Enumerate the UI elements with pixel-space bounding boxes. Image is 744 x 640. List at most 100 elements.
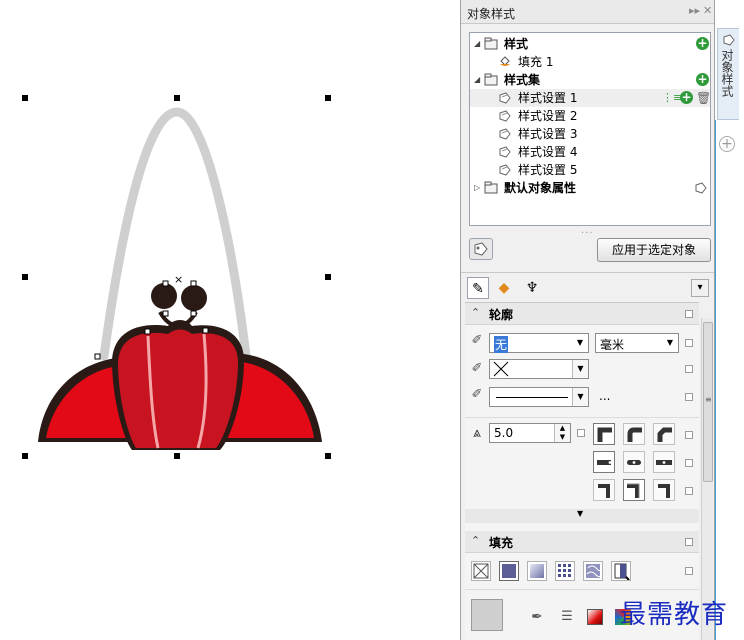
bag-drawing[interactable]: × [0,0,460,640]
close-icon[interactable]: ✕ [703,4,712,17]
position-outside-button[interactable] [593,479,615,501]
tree-item-label: 填充 1 [518,55,554,69]
tree-item[interactable]: 填充 1 [470,53,710,71]
cap-square-button[interactable] [653,451,675,473]
object-styles-docker: 对象样式 ▸▸ ✕ ◢ 样式 + 填充 1 ◢ 样式集 + 样式设置 1 ⋮≡ + 🗑 样式设置 2样… [460,0,715,640]
position-inside-button[interactable] [653,479,675,501]
no-fill-button[interactable] [471,561,491,581]
pen-nib-icon: ✎ [472,281,484,297]
bag-handle [99,107,251,361]
wine-glass-icon: ♆ [525,280,539,296]
outline-color-checkbox[interactable] [685,365,693,373]
style-tag-icon [499,110,511,122]
corner-round-button[interactable] [623,423,645,445]
style-tag-icon [499,92,511,104]
folder-icon [484,73,498,86]
fill-bucket-icon [500,56,510,66]
tree-item[interactable]: ▷ 默认对象属性 [470,179,710,197]
outline-section-title: 轮廓 [489,308,514,322]
default-props-tag-icon[interactable] [694,181,708,194]
drawing-canvas[interactable]: × [0,0,460,640]
postscript-fill-button[interactable] [611,561,631,581]
scrollbar-thumb[interactable]: ≡ [703,322,713,482]
corner-checkbox[interactable] [685,431,693,439]
tab-transparency[interactable]: ♆ [521,277,543,299]
tab-outline[interactable]: ✎ [467,277,489,299]
docker-tab-strip: 对象样式 + [714,0,744,640]
line-style-combo[interactable]: ▼ [489,387,589,407]
miter-limit-icon: ⩓ [473,425,481,441]
fountain-fill-button[interactable] [527,561,547,581]
add-style-icon[interactable]: + [696,37,709,50]
docker-options-button[interactable]: ▾ [691,279,709,297]
tree-item-label: 样式设置 3 [518,127,578,141]
styles-tree[interactable]: ◢ 样式 + 填充 1 ◢ 样式集 + 样式设置 1 ⋮≡ + 🗑 样式设置 2 样式设置 3 样式设置 … [469,32,711,226]
outline-expand-bar[interactable]: ▼ [465,509,699,523]
add-docker-icon[interactable]: + [719,136,735,152]
outline-color-picker[interactable]: ▼ [489,359,589,379]
paint-bucket-icon: ◆ [498,280,510,296]
color-sliders-icon[interactable]: ☰ [559,609,575,625]
collapse-arrow-icon[interactable]: ◢ [474,71,480,89]
no-color-x-icon [493,361,509,377]
corner-miter-button[interactable] [593,423,615,445]
color-viewer-icon[interactable] [587,609,603,625]
miter-limit-spinner[interactable]: 5.0 ▲ ▼ [489,423,571,443]
fill-color-swatch[interactable] [471,599,503,631]
tab-fill[interactable]: ◆ [493,277,515,299]
spin-arrows-icon: ▲ ▼ [554,424,570,442]
expand-icon[interactable]: ▸▸ [689,4,700,17]
add-style-icon[interactable]: + [696,73,709,86]
apply-to-selected-button[interactable]: 应用于选定对象 [597,238,711,262]
tree-item-label: 样式设置 1 [518,91,578,105]
tree-item[interactable]: 样式设置 2 [470,107,710,125]
folder-icon [484,181,498,194]
style-tag-icon [499,128,511,140]
no-fill-icon [473,563,489,579]
tree-item[interactable]: 样式设置 4 [470,143,710,161]
position-center-button[interactable] [623,479,645,501]
delete-icon[interactable]: 🗑 [696,89,711,107]
add-child-style-icon[interactable]: + [680,91,693,104]
chevron-down-icon: ▼ [572,388,588,406]
fill-section-header[interactable]: ⌃ 填充 [465,531,699,553]
outline-color-value: 无 [494,336,509,353]
expand-arrow-icon[interactable]: ▷ [474,179,480,197]
outline-color-combo[interactable]: 无 ▼ [489,333,589,353]
fill-type-checkbox[interactable] [685,567,693,575]
collapse-arrow-icon[interactable]: ◢ [474,35,480,53]
tree-item[interactable]: ◢ 样式集 + [470,71,710,89]
tree-item[interactable]: 样式设置 3 [470,125,710,143]
outline-section-checkbox[interactable] [685,310,693,318]
properties-scrollbar[interactable]: ≡ [701,318,713,640]
corner-bevel-button[interactable] [653,423,675,445]
outline-unit-value: 毫米 [600,338,625,352]
style-sets-icon-button[interactable] [469,238,493,260]
chevron-down-icon: ▼ [662,334,678,352]
position-checkbox[interactable] [685,487,693,495]
line-style-more-button[interactable]: ... [599,389,610,403]
pattern-fill-button[interactable] [555,561,575,581]
cap-butt-button[interactable] [593,451,615,473]
outline-section-header[interactable]: ⌃ 轮廓 [465,303,699,325]
bag-center [118,329,238,448]
tag-icon [474,242,488,256]
pattern-fill-icon [558,564,571,577]
tree-item[interactable]: 样式设置 5 [470,161,710,179]
side-tab-object-styles[interactable]: 对象样式 [717,28,739,120]
tree-item[interactable]: 样式设置 1 ⋮≡ + 🗑 [470,89,711,107]
collapse-chevron-icon: ⌃ [471,534,481,547]
tree-item[interactable]: ◢ 样式 + [470,35,710,53]
chevron-down-icon: ▼ [572,334,588,352]
texture-fill-button[interactable] [583,561,603,581]
miter-checkbox[interactable] [577,429,585,437]
eyedropper-icon[interactable]: ✒ [529,609,545,625]
fill-section-checkbox[interactable] [685,538,693,546]
cap-checkbox[interactable] [685,459,693,467]
outline-unit-combo[interactable]: 毫米 ▼ [595,333,679,353]
line-style-checkbox[interactable] [685,393,693,401]
outline-width-checkbox[interactable] [685,339,693,347]
cap-round-button[interactable] [623,451,645,473]
splitter-grip[interactable]: ··· [581,228,594,239]
uniform-fill-button[interactable] [499,561,519,581]
